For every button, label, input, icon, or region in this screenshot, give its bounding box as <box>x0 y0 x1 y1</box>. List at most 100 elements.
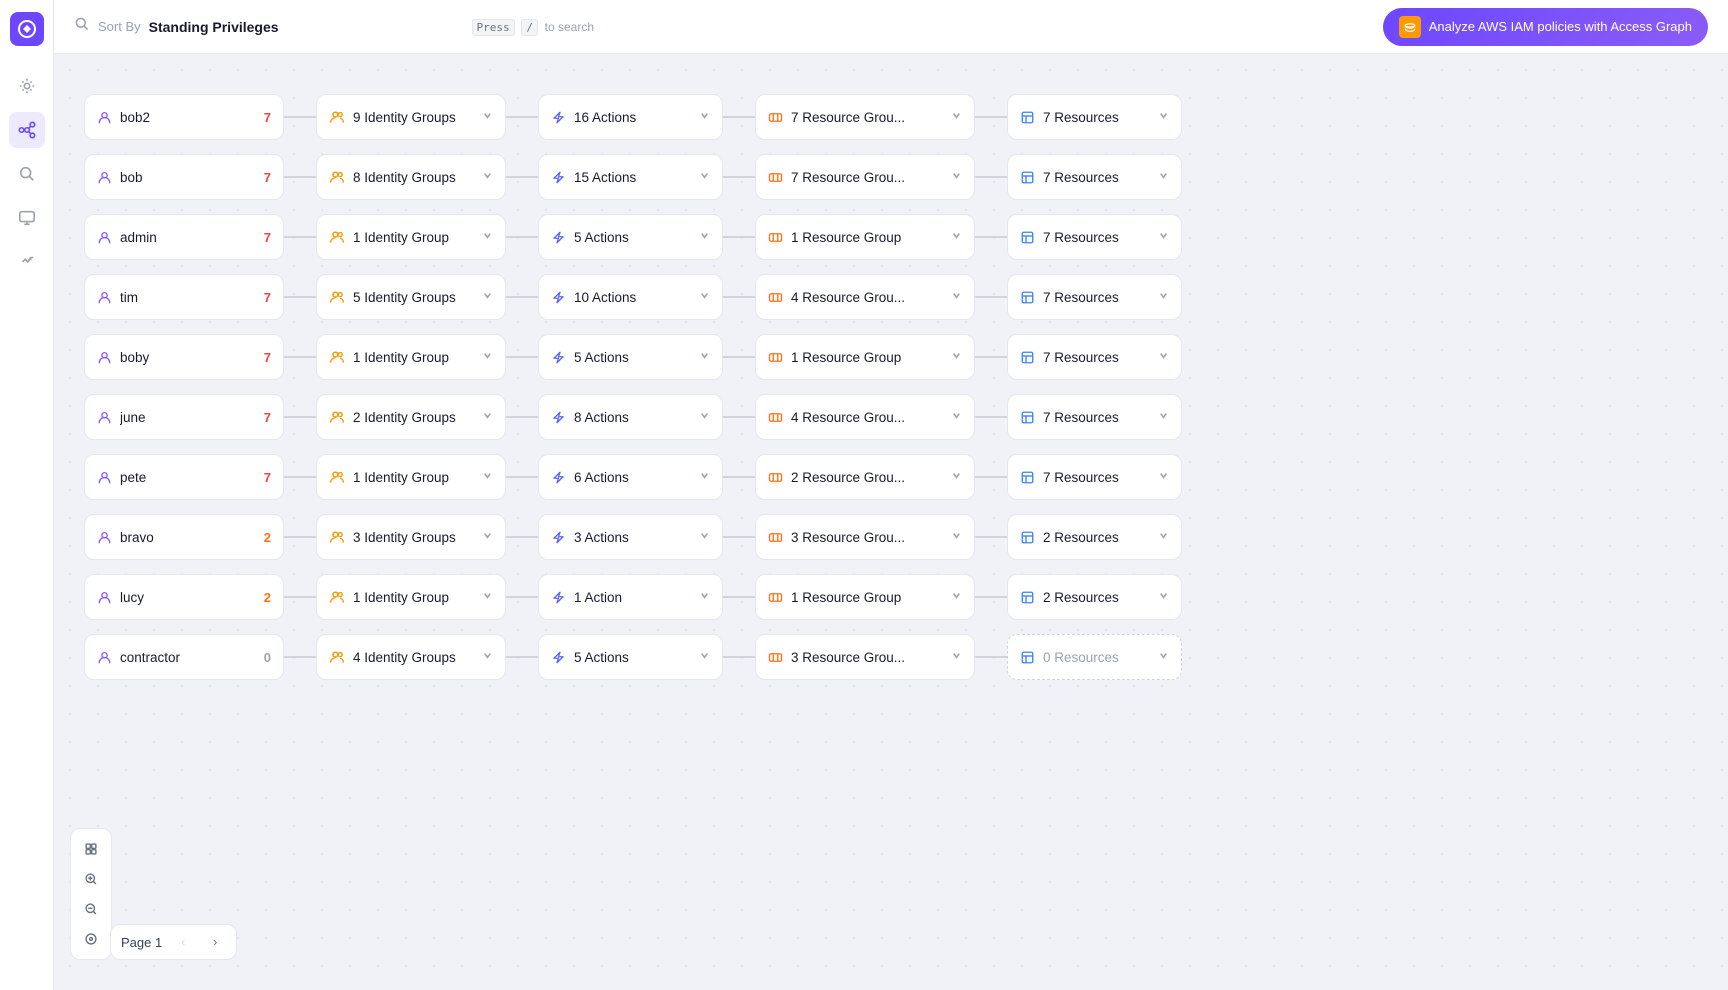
groups-label: 1 Identity Group <box>353 230 474 245</box>
user-name: contractor <box>120 650 256 665</box>
user-card[interactable]: bob2 7 <box>84 94 284 140</box>
connector-3 <box>723 476 755 478</box>
groups-card[interactable]: 1 Identity Group <box>316 454 506 500</box>
resource-groups-label: 4 Resource Grou... <box>791 290 943 305</box>
groups-card[interactable]: 5 Identity Groups <box>316 274 506 320</box>
groups-card[interactable]: 4 Identity Groups <box>316 634 506 680</box>
sidebar-item-search[interactable] <box>9 156 45 192</box>
user-icon <box>97 470 112 485</box>
resources-card[interactable]: 0 Resources <box>1007 634 1182 680</box>
resources-card[interactable]: 7 Resources <box>1007 394 1182 440</box>
action-icon <box>551 590 566 605</box>
resource-groups-card[interactable]: 2 Resource Grou... <box>755 454 975 500</box>
actions-card[interactable]: 6 Actions <box>538 454 723 500</box>
actions-card[interactable]: 3 Actions <box>538 514 723 560</box>
resource-groups-card[interactable]: 1 Resource Group <box>755 574 975 620</box>
groups-card[interactable]: 1 Identity Group <box>316 214 506 260</box>
user-icon <box>97 590 112 605</box>
resource-groups-card[interactable]: 3 Resource Grou... <box>755 634 975 680</box>
sidebar-item-graph[interactable] <box>9 112 45 148</box>
flow-row: contractor 0 4 Identity Groups 5 Actions… <box>84 634 1698 680</box>
user-card[interactable]: tim 7 <box>84 274 284 320</box>
resources-card[interactable]: 7 Resources <box>1007 94 1182 140</box>
resource-groups-card[interactable]: 7 Resource Grou... <box>755 154 975 200</box>
groups-card[interactable]: 1 Identity Group <box>316 334 506 380</box>
next-page-button[interactable]: › <box>204 931 226 953</box>
resources-chevron <box>1158 350 1169 364</box>
search-icon <box>74 16 90 37</box>
resources-card[interactable]: 2 Resources <box>1007 514 1182 560</box>
actions-card[interactable]: 5 Actions <box>538 334 723 380</box>
user-card[interactable]: admin 7 <box>84 214 284 260</box>
actions-label: 5 Actions <box>574 650 691 665</box>
actions-card[interactable]: 5 Actions <box>538 214 723 260</box>
actions-card[interactable]: 15 Actions <box>538 154 723 200</box>
groups-card[interactable]: 8 Identity Groups <box>316 154 506 200</box>
resources-card[interactable]: 2 Resources <box>1007 574 1182 620</box>
fit-view-button[interactable] <box>77 835 105 863</box>
reset-view-button[interactable] <box>77 925 105 953</box>
groups-card[interactable]: 2 Identity Groups <box>316 394 506 440</box>
prev-page-button[interactable]: ‹ <box>172 931 194 953</box>
user-card[interactable]: bob 7 <box>84 154 284 200</box>
zoom-out-button[interactable] <box>77 895 105 923</box>
resources-card[interactable]: 7 Resources <box>1007 154 1182 200</box>
resources-card[interactable]: 7 Resources <box>1007 334 1182 380</box>
zoom-in-button[interactable] <box>77 865 105 893</box>
resource-groups-label: 4 Resource Grou... <box>791 410 943 425</box>
connector-2 <box>506 536 538 538</box>
resources-chevron <box>1158 530 1169 544</box>
actions-card[interactable]: 1 Action <box>538 574 723 620</box>
resources-card[interactable]: 7 Resources <box>1007 454 1182 500</box>
resources-card[interactable]: 7 Resources <box>1007 274 1182 320</box>
user-icon <box>97 170 112 185</box>
actions-card[interactable]: 5 Actions <box>538 634 723 680</box>
user-card[interactable]: lucy 2 <box>84 574 284 620</box>
app-logo[interactable] <box>10 12 44 46</box>
resource-groups-card[interactable]: 3 Resource Grou... <box>755 514 975 560</box>
aws-logo <box>1399 16 1421 38</box>
sidebar-item-monitor[interactable] <box>9 200 45 236</box>
groups-card[interactable]: 9 Identity Groups <box>316 94 506 140</box>
user-card[interactable]: boby 7 <box>84 334 284 380</box>
sidebar-item-home[interactable] <box>9 68 45 104</box>
resource-groups-card[interactable]: 4 Resource Grou... <box>755 394 975 440</box>
sort-by-label: Sort By <box>98 19 141 34</box>
resource-groups-label: 1 Resource Group <box>791 590 943 605</box>
resource-groups-label: 2 Resource Grou... <box>791 470 943 485</box>
resource-groups-card[interactable]: 1 Resource Group <box>755 334 975 380</box>
sidebar-item-integrations[interactable] <box>9 244 45 280</box>
search-bar[interactable]: Sort By Standing Privileges Press / to s… <box>74 16 594 37</box>
resource-groups-label: 7 Resource Grou... <box>791 110 943 125</box>
aws-analyze-button[interactable]: Analyze AWS IAM policies with Access Gra… <box>1383 8 1708 46</box>
resource-groups-card[interactable]: 4 Resource Grou... <box>755 274 975 320</box>
groups-label: 1 Identity Group <box>353 350 474 365</box>
resources-chevron <box>1158 410 1169 424</box>
resource-groups-card[interactable]: 7 Resource Grou... <box>755 94 975 140</box>
resource-icon <box>1020 350 1035 365</box>
groups-card[interactable]: 3 Identity Groups <box>316 514 506 560</box>
connector-2 <box>506 176 538 178</box>
resource-group-icon <box>768 110 783 125</box>
resource-groups-card[interactable]: 1 Resource Group <box>755 214 975 260</box>
actions-chevron <box>699 590 710 604</box>
actions-card[interactable]: 8 Actions <box>538 394 723 440</box>
actions-card[interactable]: 16 Actions <box>538 94 723 140</box>
user-card[interactable]: bravo 2 <box>84 514 284 560</box>
page-nav: Page 1 ‹ › <box>110 924 237 960</box>
user-card[interactable]: june 7 <box>84 394 284 440</box>
groups-card[interactable]: 1 Identity Group <box>316 574 506 620</box>
resources-card[interactable]: 7 Resources <box>1007 214 1182 260</box>
user-count: 7 <box>264 290 271 305</box>
sort-value: Standing Privileges <box>149 19 279 35</box>
user-card[interactable]: pete 7 <box>84 454 284 500</box>
flow-row: boby 7 1 Identity Group 5 Actions 1 Reso… <box>84 334 1698 380</box>
actions-card[interactable]: 10 Actions <box>538 274 723 320</box>
resources-chevron <box>1158 470 1169 484</box>
user-card[interactable]: contractor 0 <box>84 634 284 680</box>
groups-chevron <box>482 170 493 184</box>
groups-label: 4 Identity Groups <box>353 650 474 665</box>
connector-4 <box>975 416 1007 418</box>
resource-groups-label: 7 Resource Grou... <box>791 170 943 185</box>
resource-group-icon <box>768 650 783 665</box>
